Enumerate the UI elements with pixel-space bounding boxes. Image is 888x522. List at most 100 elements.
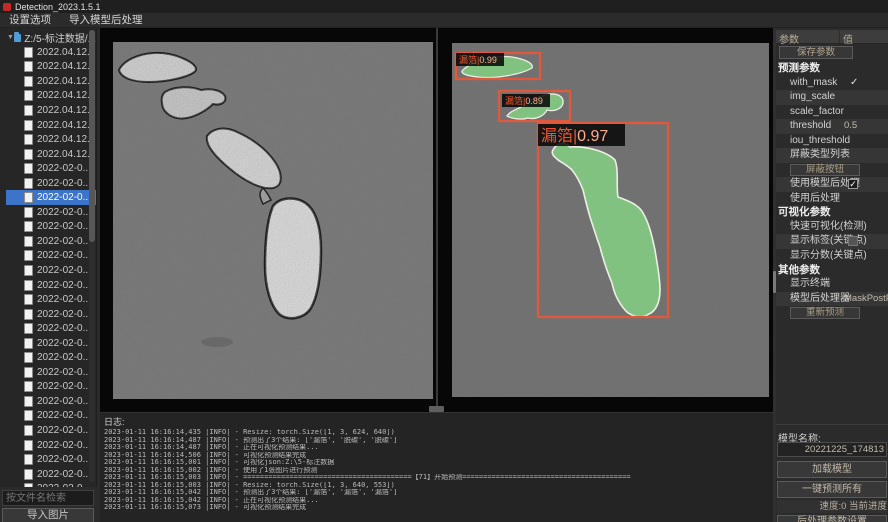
tree-item[interactable]: 2022-02-0... (6, 234, 96, 249)
checkbox-checked[interactable]: ✓ (848, 179, 858, 189)
tree-item[interactable]: 2022-02-0... (6, 350, 96, 365)
file-icon (24, 178, 33, 189)
log-line: 2023-01-11 16:16:15,042 |INFO| - 正在可视化预测… (104, 497, 773, 505)
svg-text:漏箔|0.99: 漏箔|0.99 (459, 54, 497, 65)
param-section-header[interactable]: 其他参数 (776, 264, 888, 278)
tree-item[interactable]: 2022-02-0... (6, 205, 96, 220)
param-row[interactable]: 显示终端 (776, 277, 888, 292)
prediction-image-view[interactable]: 漏箔|0.99 漏箔|0.89 漏箔|0.97 (452, 43, 769, 397)
param-value[interactable]: MaskPostPro (844, 292, 888, 307)
file-icon (24, 396, 33, 407)
tree-item[interactable]: 2022.04.12... (6, 118, 96, 133)
tree-item[interactable]: 2022-02-0... (6, 263, 96, 278)
param-row[interactable]: with_mask✓ (776, 76, 888, 91)
param-row[interactable]: 使用后处理 (776, 192, 888, 207)
tree-item-label: 2022.04.12... (37, 61, 95, 72)
menu-item-import-postprocess[interactable]: 导入模型后处理 (60, 13, 152, 28)
tree-item[interactable]: 2022-02-0... (6, 292, 96, 307)
param-row[interactable]: 显示标签(关键点) (776, 234, 888, 249)
image-splitter[interactable] (436, 28, 438, 407)
param-row[interactable]: iou_threshold (776, 134, 888, 149)
param-row[interactable]: img_scale (776, 90, 888, 105)
checkbox-unchecked[interactable] (848, 236, 858, 246)
file-icon (24, 192, 33, 203)
param-action-button[interactable]: 重新预测 (790, 307, 860, 319)
param-label: 显示标签(关键点) (776, 234, 888, 249)
load-model-button[interactable]: 加载模型 (777, 461, 887, 478)
detection-label-2: 漏箔|0.89 (502, 94, 550, 107)
param-row[interactable]: 显示分数(关键点) (776, 249, 888, 264)
param-row[interactable]: 模型后处理器MaskPostPro (776, 292, 888, 307)
tree-item-label: 2022-02-0... (37, 352, 91, 363)
file-tree-list: 2022.04.12...2022.04.12...2022.04.12...2… (0, 45, 96, 487)
param-label: with_mask (776, 76, 888, 91)
menu-bar: 设置选项 导入模型后处理 (0, 13, 888, 28)
tree-item[interactable]: 2022.04.12... (6, 89, 96, 104)
tree-item[interactable]: 2022-02-0... (6, 452, 96, 467)
tree-item-label: 2022.04.12... (37, 90, 95, 101)
tree-scrollbar-thumb[interactable] (89, 30, 95, 242)
import-image-button[interactable]: 导入图片 (2, 508, 94, 522)
file-icon (24, 265, 33, 276)
menu-item-settings[interactable]: 设置选项 (0, 13, 60, 28)
tree-item[interactable]: 2022-02-0... (6, 467, 96, 482)
model-name-field[interactable]: 20221225_174813 (777, 442, 887, 457)
tree-item[interactable]: 2022.04.12... (6, 60, 96, 75)
param-value[interactable]: 0.5 (844, 119, 857, 134)
file-icon (24, 483, 33, 487)
tree-scrollbar[interactable] (89, 30, 95, 482)
param-row[interactable]: 快速可视化(检测) (776, 220, 888, 235)
original-image-view[interactable] (113, 42, 433, 399)
tree-item[interactable]: 2022-02-0... (6, 365, 96, 380)
tree-item[interactable]: 2022-02-0... (6, 336, 96, 351)
tree-item-label: 2022.04.12... (37, 149, 95, 160)
tree-root-folder[interactable]: ▼ Z:/5-标注数据/... (0, 30, 96, 45)
file-icon (24, 309, 33, 320)
param-section-header[interactable]: 可视化参数 (776, 206, 888, 220)
tree-item[interactable]: 2022-02-0... (6, 190, 96, 205)
tree-item[interactable]: 2022-02-0... (6, 380, 96, 395)
tree-item[interactable]: 2022-02-0... (6, 409, 96, 424)
param-row[interactable]: threshold0.5 (776, 119, 888, 134)
param-action-button[interactable]: 屏蔽按钮 (790, 164, 860, 176)
expand-arrow-icon[interactable]: ▼ (7, 34, 14, 41)
tree-item[interactable]: 2022.04.12... (6, 74, 96, 89)
tree-item-label: 2022-02-0... (37, 294, 91, 305)
tree-item[interactable]: 2022-02-0... (6, 249, 96, 264)
search-input[interactable] (2, 490, 94, 506)
file-icon (24, 163, 33, 174)
param-label: threshold (776, 119, 888, 134)
file-icon (24, 381, 33, 392)
tree-item[interactable]: 2022.04.12... (6, 103, 96, 118)
tree-item[interactable]: 2022-02-0... (6, 321, 96, 336)
tree-item[interactable]: 2022-02-0... (6, 438, 96, 453)
tree-item[interactable]: 2022-02-0... (6, 278, 96, 293)
postprocess-settings-button[interactable]: 后处理参数设置 (777, 515, 887, 522)
file-icon (24, 61, 33, 72)
param-section-header[interactable]: 预测参数 (776, 62, 888, 76)
tree-item-label: 2022-02-0... (37, 338, 91, 349)
tree-item[interactable]: 2022.04.12... (6, 45, 96, 60)
tree-item[interactable]: 2022-02-0... (6, 161, 96, 176)
file-icon (24, 250, 33, 261)
tree-item[interactable]: 2022-02-0... (6, 176, 96, 191)
tree-item[interactable]: 2022.04.12... (6, 132, 96, 147)
tree-item[interactable]: 2022-02-0... (6, 307, 96, 322)
param-label: 使用模型后处理 (776, 177, 888, 192)
tree-item[interactable]: 2022-02-0 (6, 481, 96, 487)
file-icon (24, 105, 33, 116)
tree-item[interactable]: 2022-02-0... (6, 394, 96, 409)
checkmark-icon[interactable]: ✓ (850, 76, 858, 91)
predict-all-button[interactable]: 一键预测所有 (777, 481, 887, 498)
file-icon (24, 207, 33, 218)
tree-item[interactable]: 2022-02-0... (6, 423, 96, 438)
param-row[interactable]: scale_factor (776, 105, 888, 120)
log-title: 日志: (104, 415, 773, 428)
param-row[interactable]: 屏蔽类型列表 (776, 148, 888, 163)
tree-item[interactable]: 2022.04.12... (6, 147, 96, 162)
param-row[interactable]: 使用模型后处理✓ (776, 177, 888, 192)
tree-item[interactable]: 2022-02-0... (6, 220, 96, 235)
save-params-button[interactable]: 保存参数 (779, 46, 853, 59)
params-header: 参数 值 (776, 30, 888, 44)
tree-item-label: 2022.04.12... (37, 134, 95, 145)
